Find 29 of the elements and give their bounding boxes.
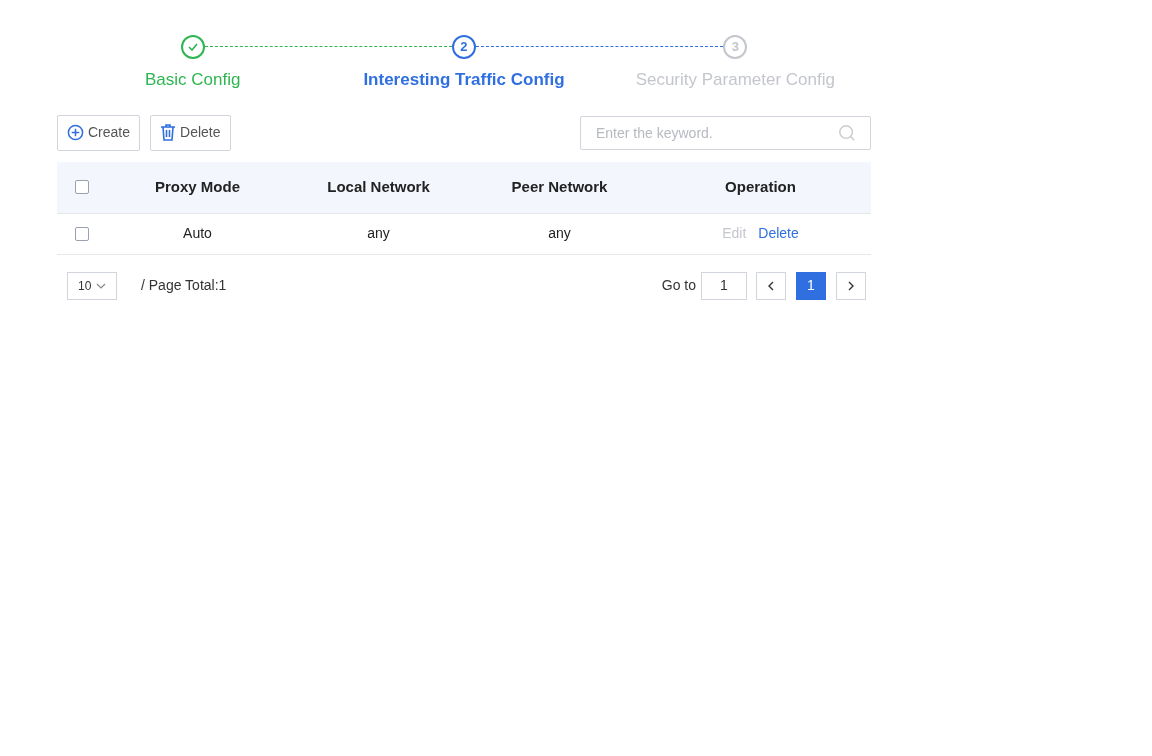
step-label: Interesting Traffic Config — [363, 69, 565, 91]
column-header: Proxy Mode — [154, 176, 241, 197]
page-total: / Page Total:1 — [141, 276, 227, 295]
search-field[interactable]: Enter the keyword. — [580, 115, 871, 150]
search-icon[interactable] — [838, 123, 856, 142]
table-cell-text: Auto — [182, 224, 213, 243]
goto-field[interactable]: 1 — [701, 271, 747, 300]
chevron-left-icon — [766, 280, 776, 291]
step-label: Basic Config — [144, 69, 241, 91]
goto-label: Go to — [661, 276, 696, 295]
chevron-right-icon — [846, 280, 856, 291]
step-label: Security Parameter Config — [635, 69, 835, 91]
create-button[interactable]: Create — [57, 114, 141, 151]
previous-page-button[interactable] — [756, 271, 786, 300]
page-button[interactable]: 1 — [796, 271, 826, 300]
next-page-button[interactable] — [836, 271, 866, 300]
check-icon — [186, 41, 199, 53]
plus-circle-icon — [67, 124, 84, 141]
trash-icon — [160, 124, 177, 141]
page-size-select[interactable]: 10 — [67, 271, 117, 300]
column-header: Operation — [724, 176, 797, 197]
column-header: Peer Network — [510, 176, 609, 197]
column-header: Local Network — [326, 176, 431, 197]
table-cell-text: any — [366, 224, 391, 243]
table-cell-text: any — [547, 224, 572, 243]
delete-button[interactable]: Delete — [150, 114, 231, 151]
checkbox[interactable] — [75, 226, 89, 241]
checkbox[interactable] — [75, 180, 89, 194]
action-link[interactable]: Delete — [758, 223, 799, 244]
